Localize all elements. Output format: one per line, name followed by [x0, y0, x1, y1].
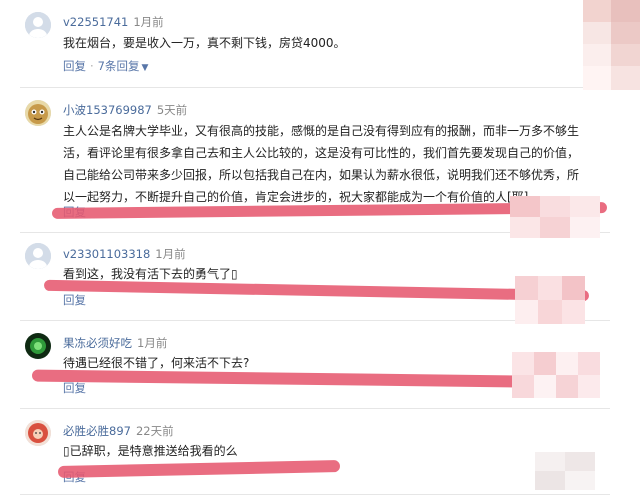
username[interactable]: 果冻必须好吃 — [63, 336, 132, 350]
green-avatar-icon[interactable] — [25, 333, 51, 359]
highlight-stroke — [57, 460, 341, 478]
view-replies-link[interactable]: 7条回复 ▼ — [98, 59, 149, 73]
divider — [20, 494, 610, 495]
username[interactable]: 小波153769987 — [63, 103, 152, 117]
mosaic-blur — [515, 276, 585, 324]
reply-button[interactable]: 回复 — [63, 59, 86, 73]
separator-dot: · — [90, 59, 94, 73]
mosaic-blur — [583, 0, 640, 90]
default-avatar-icon[interactable] — [25, 243, 51, 269]
divider — [20, 408, 610, 409]
comment-time: 1月前 — [133, 15, 164, 29]
mosaic-blur — [510, 196, 600, 238]
mosaic-blur — [512, 352, 600, 398]
mosaic-blur — [535, 452, 595, 490]
reply-button[interactable]: 回复 — [63, 293, 86, 307]
divider — [20, 87, 610, 88]
default-avatar-icon[interactable] — [25, 12, 51, 38]
comment-time: 5天前 — [156, 103, 188, 117]
chevron-down-icon: ▼ — [141, 63, 149, 73]
comment-text: 我在烟台，要是收入一万，真不剩下钱，房贷4000。 — [63, 36, 346, 50]
reply-button[interactable]: 回复 — [63, 381, 86, 395]
username[interactable]: v22551741 — [63, 15, 128, 29]
comment-text: 主人公是名牌大学毕业，又有很高的技能，感慨的是自己没有得到应有的报酬，而非一万多… — [63, 124, 580, 204]
username[interactable]: v23301103318 — [63, 247, 150, 261]
cartoon-avatar-icon[interactable] — [25, 100, 51, 126]
username[interactable]: 必胜必胜897 — [63, 424, 131, 438]
comment-text: ▯已辞职，是特意推送给我看的么 — [63, 444, 238, 458]
comment-time: 22天前 — [135, 424, 174, 438]
comment-time: 1月前 — [155, 247, 186, 261]
comment-time: 1月前 — [137, 336, 168, 350]
red-avatar-icon[interactable] — [25, 420, 51, 446]
